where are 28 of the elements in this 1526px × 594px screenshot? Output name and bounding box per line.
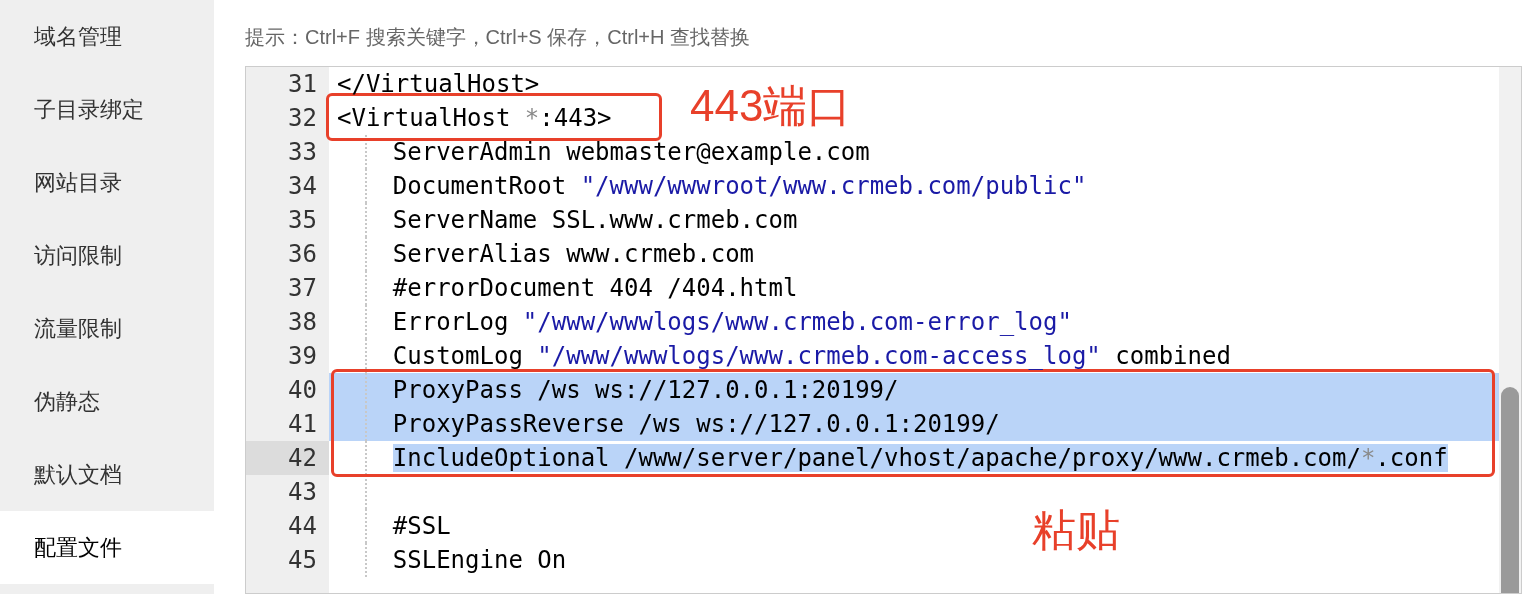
sidebar-item[interactable]: 子目录绑定 xyxy=(0,73,214,146)
annotation-label: 443端口 xyxy=(690,81,852,131)
code-line: ServerAlias www.crmeb.com xyxy=(392,240,755,268)
sidebar-item[interactable]: 访问限制 xyxy=(0,219,214,292)
code-line: ProxyPass /ws ws://127.0.0.1:20199/ xyxy=(392,376,899,404)
scrollbar-thumb[interactable] xyxy=(1501,387,1519,593)
sidebar-item[interactable]: 域名管理 xyxy=(0,0,214,73)
code-line: CustomLog "/www/wwwlogs/www.crmeb.com-access_log" combined xyxy=(392,342,1231,370)
line-number: 42 xyxy=(246,441,329,475)
sidebar-item[interactable]: 伪静态 xyxy=(0,365,214,438)
hint-text: 提示：Ctrl+F 搜索关键字，Ctrl+S 保存，Ctrl+H 查找替换 xyxy=(245,25,752,50)
sidebar-item[interactable]: 网站目录 xyxy=(0,146,214,219)
sidebar-item[interactable]: 配置文件 xyxy=(0,511,214,584)
code-line: ErrorLog "/www/wwwlogs/www.crmeb.com-error_log" xyxy=(392,308,1072,336)
code-line: #errorDocument 404 /404.html xyxy=(392,274,798,302)
code-line: ServerName SSL.www.crmeb.com xyxy=(392,206,798,234)
code-line: <VirtualHost *:443> xyxy=(337,104,612,132)
code-line: ProxyPassReverse /ws ws://127.0.0.1:20199/ xyxy=(392,410,1000,438)
code-line: ServerAdmin webmaster@example.com xyxy=(392,138,870,166)
code-line: #SSL xyxy=(392,512,451,540)
code-editor[interactable] xyxy=(245,66,1522,594)
sidebar-item[interactable]: 默认文档 xyxy=(0,438,214,511)
code-line: </VirtualHost> xyxy=(337,70,540,98)
scrollbar[interactable] xyxy=(1499,67,1521,593)
sidebar-item[interactable]: 流量限制 xyxy=(0,292,214,365)
annotation-label: 粘贴 xyxy=(1032,505,1120,555)
code-line: DocumentRoot "/www/wwwroot/www.crmeb.com/public" xyxy=(392,172,1087,200)
code-line: SSLEngine On xyxy=(392,546,567,574)
